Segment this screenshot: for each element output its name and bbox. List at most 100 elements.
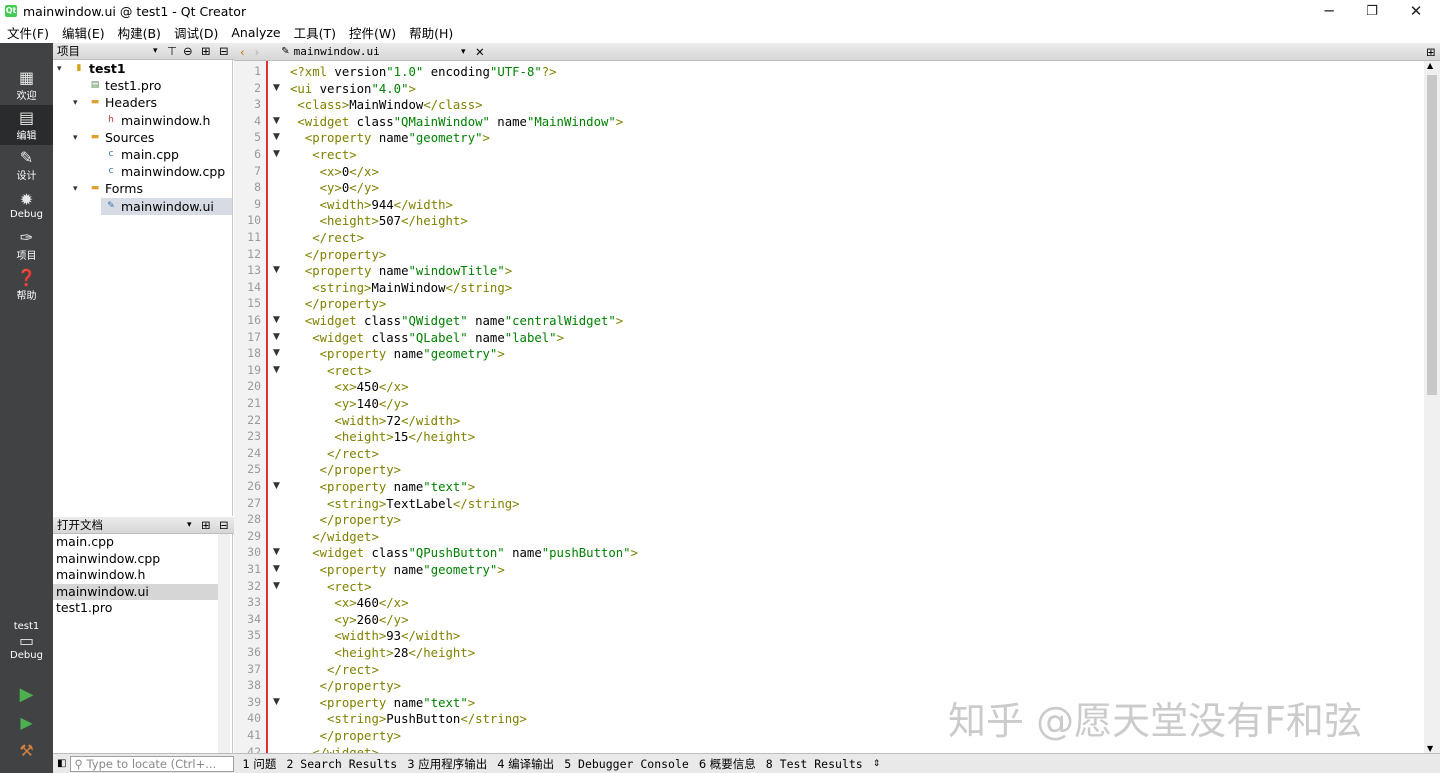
forward-icon[interactable]: › — [255, 45, 260, 59]
close-button[interactable]: ✕ — [1394, 0, 1438, 22]
menu-help[interactable]: 帮助(H) — [409, 23, 453, 42]
toggle-sidebar-icon[interactable]: ◧ — [57, 758, 66, 769]
help-icon: ❓ — [16, 267, 37, 287]
tree-item-selected[interactable]: ✎ mainwindow.ui — [101, 198, 232, 215]
scroll-down-icon[interactable]: ▼ — [1427, 744, 1433, 753]
open-document-item[interactable]: main.cpp — [53, 534, 218, 551]
build-button[interactable]: ⚒ — [0, 731, 53, 771]
fold-toggle-icon[interactable]: ▼ — [273, 132, 280, 142]
chevron-down-icon[interactable]: ▾ — [57, 64, 62, 74]
fold-toggle-icon[interactable]: ▼ — [273, 265, 280, 275]
chevron-down-icon[interactable]: ▾ — [73, 98, 78, 108]
locator-input[interactable]: ⚲ Type to locate (Ctrl+... — [70, 755, 235, 772]
more-panes-icon[interactable]: ⇕ — [873, 759, 881, 769]
mode-edit[interactable]: ▤ 编辑 — [0, 105, 53, 145]
menu-controls[interactable]: 控件(W) — [349, 23, 396, 42]
link-icon[interactable]: ⊖ — [183, 44, 193, 58]
code-line: </property> — [319, 679, 402, 694]
open-document-item-selected[interactable]: mainwindow.ui — [53, 583, 218, 600]
tree-item[interactable]: ▾ ▬ Sources — [53, 129, 232, 146]
open-document-item[interactable]: test1.pro — [53, 600, 218, 617]
view-dropdown-icon[interactable]: ▾ — [153, 46, 158, 56]
close-panel-icon[interactable]: ⊟ — [219, 518, 229, 532]
fold-toggle-icon[interactable]: ▼ — [273, 348, 280, 358]
pane-application-output[interactable]: 3 应用程序输出 — [407, 756, 487, 772]
pane-test-results[interactable]: 8 Test Results — [766, 757, 863, 771]
fold-toggle-icon[interactable]: ▼ — [273, 481, 280, 491]
line-number: 39 — [247, 694, 261, 709]
editor-toolbar: ‹ › ✎ mainwindow.ui ▾ ✕ ⊞ — [234, 43, 1440, 61]
pane-search-results[interactable]: 2 Search Results — [286, 757, 397, 771]
fold-toggle-icon[interactable]: ▼ — [273, 365, 280, 375]
pane-general-messages[interactable]: 6 概要信息 — [699, 756, 756, 772]
filter-icon[interactable]: ⊤ — [167, 44, 177, 58]
split-editor-icon[interactable]: ⊞ — [1426, 45, 1436, 59]
code-line: </property> — [319, 463, 402, 478]
line-number: 16 — [247, 313, 261, 327]
pane-compile-output[interactable]: 4 编译输出 — [497, 756, 554, 772]
chevron-down-icon[interactable]: ▾ — [461, 47, 466, 57]
fold-toggle-icon[interactable]: ▼ — [273, 315, 280, 325]
menu-build[interactable]: 构建(B) — [118, 23, 161, 42]
line-number: 9 — [254, 196, 261, 211]
qt-creator-window: Qt mainwindow.ui @ test1 - Qt Creator ─ … — [0, 0, 1440, 773]
menu-edit[interactable]: 编辑(E) — [62, 23, 105, 42]
mode-projects[interactable]: ✑ 项目 — [0, 225, 53, 265]
code-line: <property name"geometry"> — [319, 347, 505, 362]
fold-toggle-icon[interactable]: ▼ — [273, 697, 280, 707]
monitor-icon: ▭ — [18, 631, 35, 650]
editor-tab-title[interactable]: mainwindow.ui — [294, 45, 380, 58]
mode-label: 帮助 — [16, 290, 37, 302]
scroll-up-icon[interactable]: ▲ — [1427, 61, 1433, 70]
fold-toggle-icon[interactable]: ▼ — [273, 116, 280, 126]
menu-file[interactable]: 文件(F) — [7, 23, 49, 42]
open-document-item[interactable]: mainwindow.cpp — [53, 551, 218, 568]
fold-toggle-icon[interactable]: ▼ — [273, 547, 280, 557]
minimize-button[interactable]: ─ — [1307, 0, 1351, 22]
menu-tools[interactable]: 工具(T) — [294, 23, 336, 42]
tree-item[interactable]: h mainwindow.h — [53, 112, 232, 129]
code-editor[interactable]: <?xml version"1.0" encoding"UTF-8"?> <ui … — [286, 61, 1424, 753]
tree-item[interactable]: ▾ ▬ Forms — [53, 180, 232, 197]
fold-toggle-icon[interactable]: ▼ — [273, 83, 280, 93]
projects-panel-title: 项目 — [57, 44, 80, 58]
tree-item[interactable]: ▤ test1.pro — [53, 77, 232, 94]
line-number: 30 — [247, 545, 261, 560]
kit-selector[interactable]: test1 ▭ Debug — [0, 613, 53, 669]
line-number: 34 — [247, 611, 261, 626]
tree-item[interactable]: c mainwindow.cpp — [53, 163, 232, 180]
fold-toggle-icon[interactable]: ▼ — [273, 564, 280, 574]
close-panel-icon[interactable]: ⊟ — [219, 44, 229, 58]
code-line: </rect> — [327, 662, 379, 677]
cpp-file-icon: c — [108, 149, 114, 159]
ui-file-icon: ✎ — [281, 46, 290, 57]
tree-item[interactable]: c main.cpp — [53, 146, 232, 163]
open-documents-list: main.cpp mainwindow.cpp mainwindow.h mai… — [53, 534, 233, 753]
mode-help[interactable]: ❓ 帮助 — [0, 265, 53, 305]
pane-debugger-console[interactable]: 5 Debugger Console — [564, 757, 689, 771]
back-icon[interactable]: ‹ — [240, 45, 245, 59]
fold-toggle-icon[interactable]: ▼ — [273, 149, 280, 159]
split-icon[interactable]: ⊞ — [201, 44, 211, 58]
mode-debug[interactable]: ✹ Debug — [0, 185, 53, 225]
tree-item[interactable]: ▾ ▮ test1 — [53, 60, 232, 77]
chevron-down-icon[interactable]: ▾ — [187, 520, 192, 530]
chevron-down-icon[interactable]: ▾ — [73, 133, 78, 143]
scrollbar-thumb[interactable] — [1427, 75, 1437, 395]
open-documents-scrollbar[interactable] — [218, 534, 230, 753]
fold-toggle-icon[interactable]: ▼ — [273, 332, 280, 342]
open-document-item[interactable]: mainwindow.h — [53, 567, 218, 584]
tree-item[interactable]: ▾ ▬ Headers — [53, 94, 232, 111]
close-tab-icon[interactable]: ✕ — [475, 45, 485, 59]
line-number: 23 — [247, 429, 261, 444]
split-icon[interactable]: ⊞ — [201, 518, 211, 532]
maximize-button[interactable]: ❐ — [1350, 0, 1394, 22]
mode-welcome[interactable]: ▦ 欢迎 — [0, 65, 53, 105]
menu-debug[interactable]: 调试(D) — [174, 23, 218, 42]
editor-scrollbar[interactable]: ▲ ▼ — [1424, 61, 1440, 753]
fold-toggle-icon[interactable]: ▼ — [273, 581, 280, 591]
mode-design[interactable]: ✎ 设计 — [0, 145, 53, 185]
menu-analyze[interactable]: Analyze — [231, 25, 280, 40]
pane-issues[interactable]: 1 问题 — [242, 756, 276, 772]
chevron-down-icon[interactable]: ▾ — [73, 184, 78, 194]
